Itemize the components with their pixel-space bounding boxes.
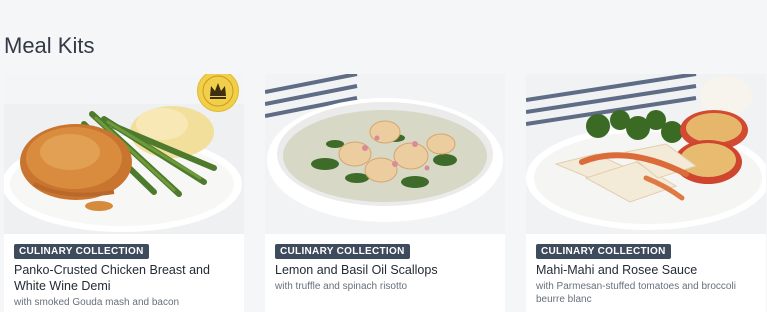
meal-image[interactable] (4, 74, 244, 234)
meal-description: with smoked Gouda mash and bacon (14, 297, 180, 308)
meal-card[interactable]: CULINARY COLLECTION Mahi-Mahi and Rosee … (526, 74, 766, 312)
meal-description: with truffle and spinach risotto (275, 281, 408, 292)
meal-card[interactable]: CULINARY COLLECTION Lemon and Basil Oil … (265, 74, 505, 312)
crown-icon (202, 75, 234, 107)
meal-kit-list: CULINARY COLLECTION Panko-Crusted Chicke… (4, 74, 767, 312)
section-title: Meal Kits (4, 33, 95, 58)
meal-name[interactable]: Lemon and Basil Oil Scallops (275, 262, 503, 278)
meal-card[interactable]: CULINARY COLLECTION Panko-Crusted Chicke… (4, 74, 244, 312)
meal-image[interactable] (265, 74, 505, 234)
meal-description: with Parmesan-stuffed tomatoes and brocc… (536, 281, 736, 305)
meal-name[interactable]: Panko-Crusted Chicken Breast and White W… (14, 262, 242, 294)
meal-image[interactable] (526, 74, 766, 234)
meal-name[interactable]: Mahi-Mahi and Rosee Sauce (536, 262, 764, 278)
collection-badge: CULINARY COLLECTION (275, 244, 410, 259)
collection-badge: CULINARY COLLECTION (536, 244, 671, 259)
greatest-hits-badge (197, 74, 239, 112)
collection-badge: CULINARY COLLECTION (14, 244, 149, 259)
